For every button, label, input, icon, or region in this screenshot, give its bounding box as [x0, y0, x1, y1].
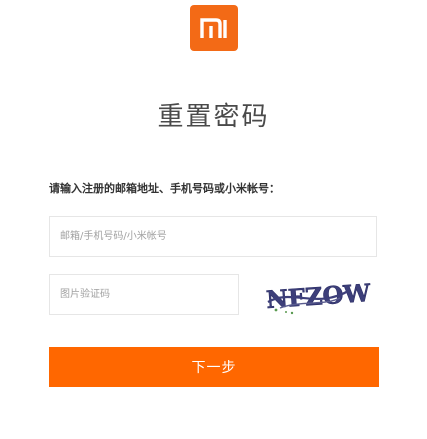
- instruction-text: 请输入注册的邮箱地址、手机号码或小米帐号：: [49, 182, 280, 195]
- captcha-noise-dot: [274, 308, 278, 312]
- mi-logo-icon: [200, 18, 227, 38]
- captcha-image[interactable]: NFZOW: [262, 276, 374, 316]
- mi-logo: [190, 5, 238, 51]
- account-input[interactable]: [49, 216, 377, 257]
- page-title: 重置密码: [157, 102, 270, 132]
- reset-password-page: 重置密码 请输入注册的邮箱地址、手机号码或小米帐号： NFZOW 下一步: [0, 0, 427, 439]
- captcha-noise-dot: [285, 311, 287, 313]
- captcha-noise-dot: [290, 311, 294, 315]
- captcha-input[interactable]: [49, 274, 239, 315]
- next-button[interactable]: 下一步: [49, 347, 379, 387]
- captcha-text: NFZOW: [265, 278, 372, 314]
